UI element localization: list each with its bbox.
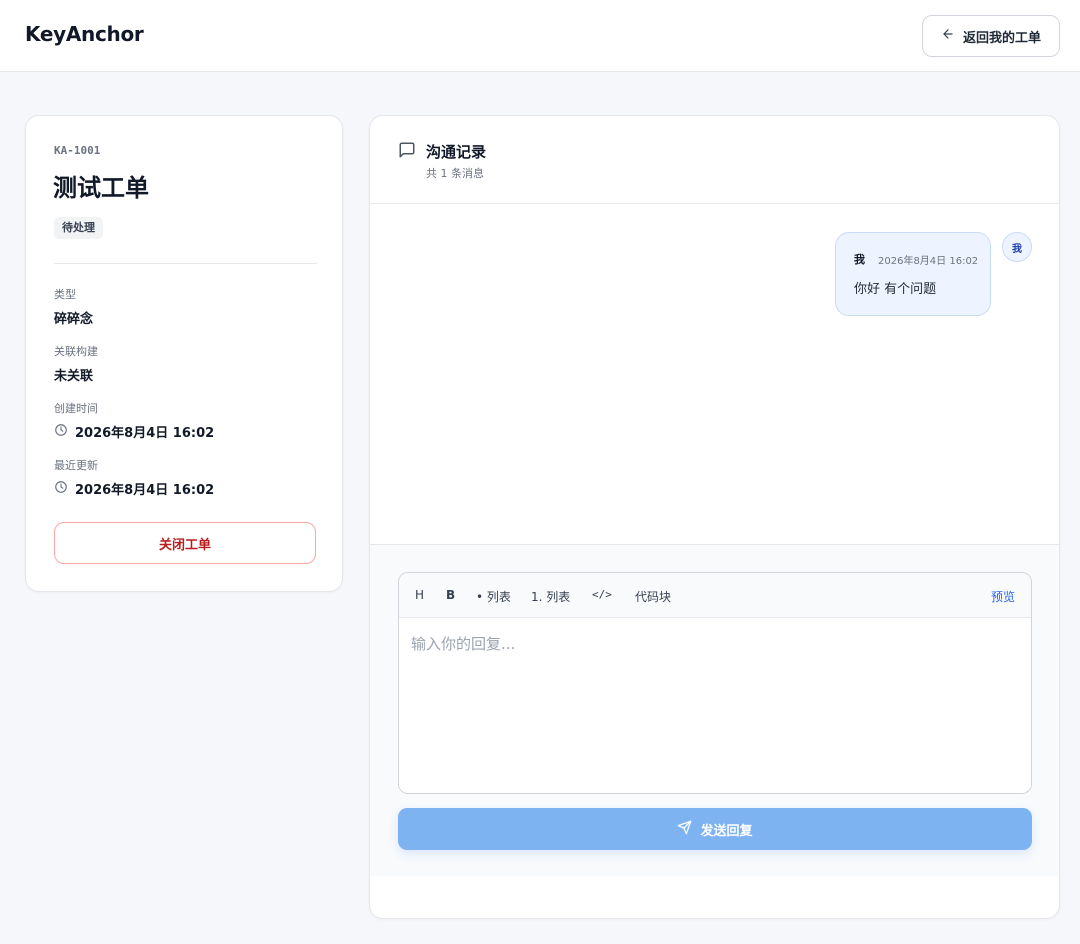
preview-toggle[interactable]: 预览 <box>991 588 1015 605</box>
linked-build-label: 关联构建 <box>54 345 98 358</box>
back-button-label: 返回我的工单 <box>962 30 1041 46</box>
clock-icon <box>54 423 68 441</box>
top-bar: KeyAnchor 返回我的工单 <box>0 0 1080 72</box>
message-square-icon <box>398 141 416 159</box>
bullet-list-button[interactable]: • 列表 <box>476 588 511 605</box>
message-count: 共 1 条消息 <box>426 167 484 180</box>
communication-title: 沟通记录 <box>426 143 487 161</box>
ticket-title: 测试工单 <box>53 174 149 202</box>
message-text: 你好 有个问题 <box>854 282 937 297</box>
ticket-details-card: KA-1001 测试工单 待处理 类型 碎碎念 关联构建 未关联 创建时间 20… <box>25 115 343 592</box>
resize-handle-icon[interactable] <box>1021 783 1029 793</box>
message-time: 2026年8月4日 16:02 <box>878 256 979 267</box>
send-reply-button[interactable]: 发送回复 <box>398 808 1032 850</box>
communication-card: 沟通记录 共 1 条消息 我 2026年8月4日 16:02 你好 有个问题 我… <box>369 115 1060 919</box>
created-time-label: 创建时间 <box>54 402 98 415</box>
send-reply-label: 发送回复 <box>700 823 753 839</box>
message-bubble: 我 2026年8月4日 16:02 你好 有个问题 <box>835 232 991 316</box>
ordered-list-button[interactable]: 1. 列表 <box>531 588 570 605</box>
type-value: 碎碎念 <box>54 312 94 327</box>
message-list[interactable]: 我 2026年8月4日 16:02 你好 有个问题 我 <box>370 204 1059 544</box>
editor-toolbar: H B • 列表 1. 列表 </> 代码块 预览 <box>399 573 1031 618</box>
heading-button[interactable]: H <box>415 588 424 602</box>
clock-icon <box>54 480 68 498</box>
code-block-button[interactable]: 代码块 <box>635 588 671 605</box>
updated-time-value: 2026年8月4日 16:02 <box>54 479 214 498</box>
communication-header: 沟通记录 共 1 条消息 <box>370 116 1059 204</box>
created-time-text: 2026年8月4日 16:02 <box>75 426 215 441</box>
arrow-left-icon <box>941 27 955 45</box>
close-ticket-button[interactable]: 关闭工单 <box>54 522 316 564</box>
type-label: 类型 <box>54 288 76 301</box>
send-icon <box>677 820 692 839</box>
ticket-id: KA-1001 <box>54 144 101 157</box>
updated-time-text: 2026年8月4日 16:02 <box>75 483 215 498</box>
inline-code-button[interactable]: </> <box>592 588 612 601</box>
linked-build-value: 未关联 <box>54 369 94 384</box>
reply-editor: H B • 列表 1. 列表 </> 代码块 预览 <box>398 572 1032 794</box>
reply-textarea[interactable] <box>399 618 1031 793</box>
brand-logo[interactable]: KeyAnchor <box>25 22 144 46</box>
status-badge: 待处理 <box>54 217 103 239</box>
message-author: 我 <box>854 253 865 266</box>
updated-time-label: 最近更新 <box>54 459 98 472</box>
reply-composer: H B • 列表 1. 列表 </> 代码块 预览 发送回复 <box>370 544 1059 876</box>
created-time-value: 2026年8月4日 16:02 <box>54 422 214 441</box>
back-to-my-tickets-button[interactable]: 返回我的工单 <box>922 15 1060 57</box>
bold-button[interactable]: B <box>446 588 455 602</box>
divider <box>54 263 317 264</box>
avatar: 我 <box>1002 232 1032 262</box>
